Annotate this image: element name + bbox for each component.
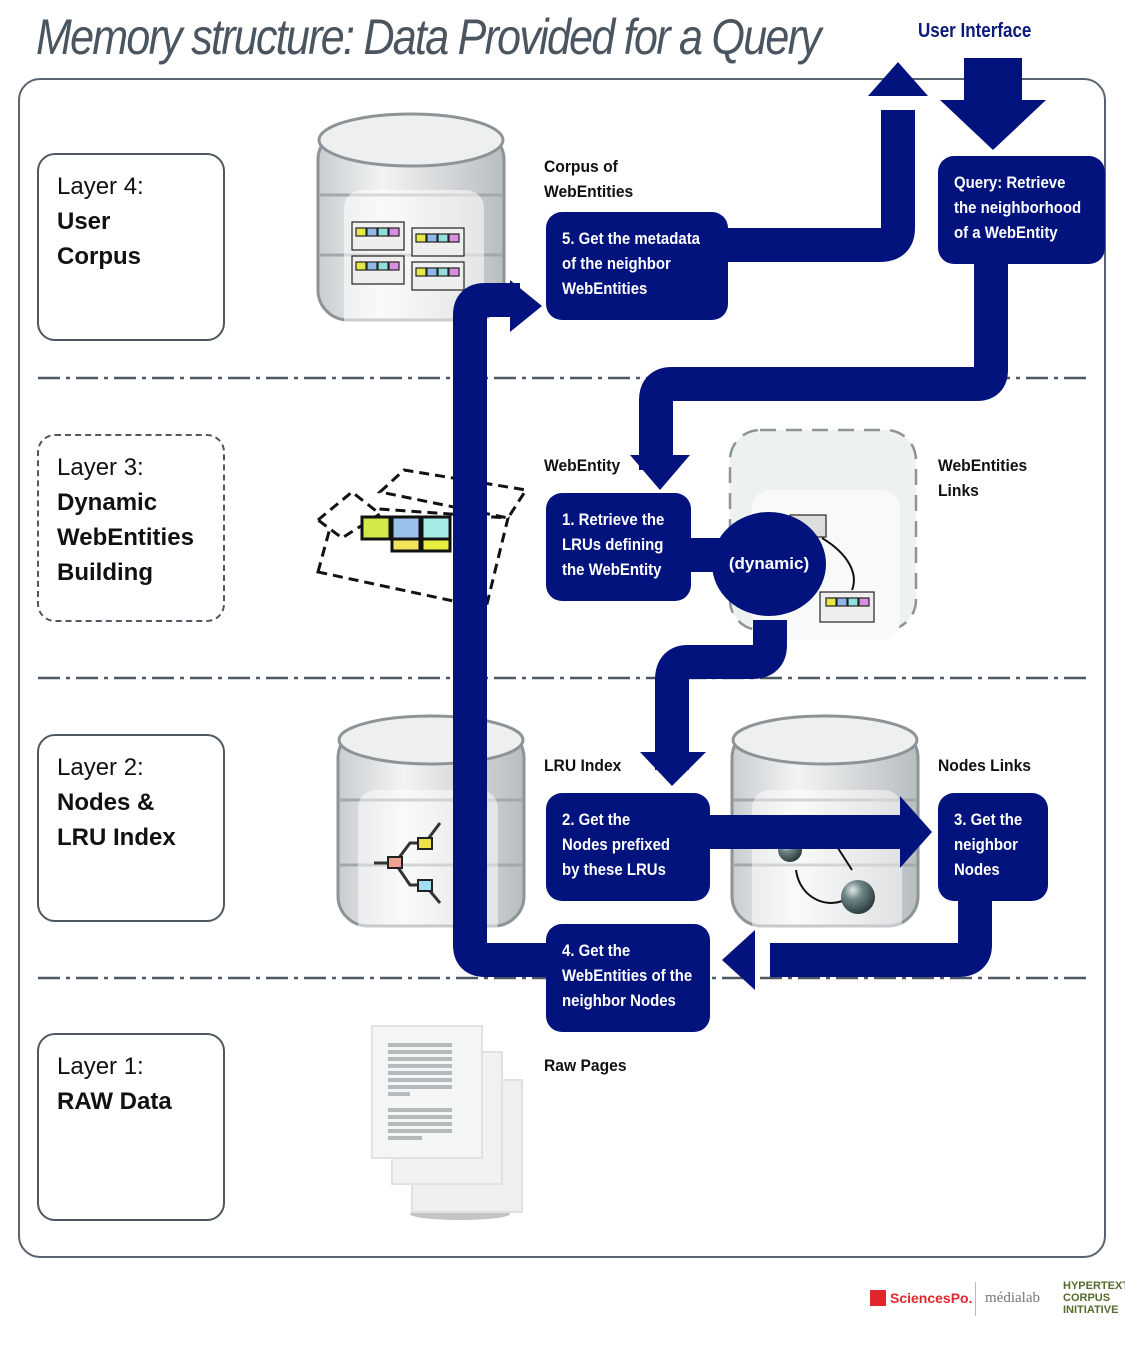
hci-logo: HYPERTEXT CORPUS INITIATIVE — [1063, 1280, 1125, 1316]
layer-3-name-line2: WebEntities — [57, 524, 194, 551]
layer-3-box: Layer 3: Dynamic WebEntities Building — [37, 434, 225, 622]
step-query: Query: Retrieve the neighborhood of a We… — [938, 156, 1105, 264]
step-5: 5. Get the metadata of the neighbor WebE… — [546, 212, 728, 320]
sciencespo-emblem-icon — [870, 1290, 886, 1306]
label-corpus-of-webentities: Corpus of WebEntities — [544, 154, 633, 204]
step-1-line3: the WebEntity — [562, 560, 662, 579]
layer-3-name-line1: Dynamic — [57, 489, 158, 516]
layer-1-name-line1: RAW Data — [57, 1088, 172, 1115]
layer-1-box: Layer 1: RAW Data — [37, 1033, 225, 1221]
label-webentities-links: WebEntities Links — [938, 453, 1027, 503]
step-4-line3: neighbor Nodes — [562, 991, 676, 1010]
step-3-line3: Nodes — [954, 860, 1000, 879]
step-1-line2: LRUs defining — [562, 535, 664, 554]
arrow-to-step5 — [510, 280, 542, 332]
layer-4-name-line2: Corpus — [57, 243, 141, 270]
sciencespo-logo: SciencesPo. — [870, 1290, 973, 1306]
label-lru-index: LRU Index — [544, 756, 622, 775]
layer-3-name-line3: Building — [57, 559, 153, 586]
database-tree-icon — [336, 714, 526, 940]
arrow-from-ui-shaft — [964, 58, 1022, 103]
dynamic-node: (dynamic) — [712, 512, 826, 616]
step-3: 3. Get the neighbor Nodes — [938, 793, 1048, 901]
open-box-icon — [315, 468, 529, 610]
step-3-line2: neighbor — [954, 835, 1018, 854]
flow-step2-to-step3 — [705, 815, 905, 849]
layer-4-box: Layer 4: User Corpus — [37, 153, 225, 341]
arrow-to-step2 — [640, 752, 706, 786]
step-5-line3: WebEntities — [562, 279, 648, 298]
hci-line2: CORPUS — [1063, 1292, 1111, 1304]
hci-line1: HYPERTEXT — [1063, 1280, 1125, 1292]
label-corpus-line1: Corpus of — [544, 157, 618, 176]
step-2-line3: by these LRUs — [562, 860, 666, 879]
layer-3-head: Layer 3: — [57, 454, 144, 481]
layer-4-name-line1: User — [57, 208, 111, 235]
step-query-line3: of a WebEntity — [954, 223, 1058, 242]
label-raw-pages: Raw Pages — [544, 1056, 627, 1075]
step-4-line2: WebEntities of the — [562, 966, 693, 985]
step-query-line2: the neighborhood — [954, 198, 1082, 217]
medialab-logo: médialab — [985, 1290, 1040, 1306]
flow-step5-to-ui — [700, 110, 915, 262]
label-corpus-line2: WebEntities — [544, 182, 634, 201]
document-stack-icon — [371, 1025, 523, 1220]
step-4: 4. Get the WebEntities of the neighbor N… — [546, 924, 710, 1032]
layer-2-name-line2: LRU Index — [57, 824, 176, 851]
arrow-to-step4 — [722, 930, 755, 990]
step-2: 2. Get the Nodes prefixed by these LRUs — [546, 793, 710, 901]
step-3-line1: 3. Get the — [954, 810, 1023, 829]
arrow-up-to-ui — [868, 62, 928, 96]
layer-2-head: Layer 2: — [57, 754, 144, 781]
label-nodes-links: Nodes Links — [938, 756, 1032, 775]
arrow-to-step1 — [630, 455, 690, 490]
step-1: 1. Retrieve the LRUs defining the WebEnt… — [546, 493, 691, 601]
step-5-line1: 5. Get the metadata — [562, 229, 701, 248]
step-2-line1: 2. Get the — [562, 810, 631, 829]
logo-separator — [975, 1282, 976, 1316]
layer-1-head: Layer 1: — [57, 1053, 144, 1080]
layer-4-head: Layer 4: — [57, 173, 144, 200]
hci-line3: INITIATIVE — [1063, 1304, 1119, 1316]
step-5-line2: of the neighbor — [562, 254, 671, 273]
step-query-line1: Query: Retrieve — [954, 173, 1066, 192]
layer-2-name-line1: Nodes & — [57, 789, 155, 816]
step-4-line1: 4. Get the — [562, 941, 631, 960]
layer-2-box: Layer 2: Nodes & LRU Index — [37, 734, 225, 922]
step-2-line2: Nodes prefixed — [562, 835, 671, 854]
step-1-line1: 1. Retrieve the — [562, 510, 665, 529]
label-webentity: WebEntity — [544, 456, 621, 475]
sciencespo-text: SciencesPo. — [890, 1290, 973, 1306]
label-wel-line1: WebEntities — [938, 456, 1028, 475]
label-wel-line2: Links — [938, 481, 979, 500]
arrow-from-ui-head — [940, 100, 1046, 150]
